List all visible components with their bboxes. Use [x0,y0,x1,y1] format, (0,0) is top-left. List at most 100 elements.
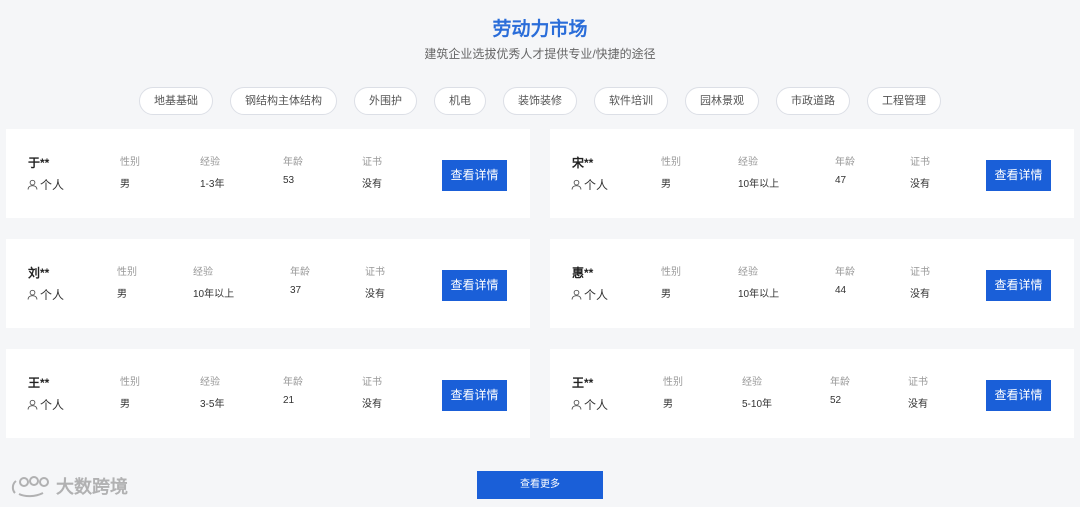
tag-envelope[interactable]: 外围护 [354,87,417,115]
cert-label: 证书 [908,377,928,388]
tag-engineering-management[interactable]: 工程管理 [867,87,941,115]
experience-value: 1-3年 [200,179,225,190]
person-icon [571,399,582,410]
worker-name: 惠** [572,266,594,280]
gender-label: 性别 [661,267,681,278]
experience-value: 10年以上 [738,289,780,300]
tag-electromechanical[interactable]: 机电 [434,87,486,115]
age-label: 年龄 [830,377,850,388]
view-details-button[interactable]: 查看详情 [986,380,1051,411]
cert-value: 没有 [910,289,930,300]
view-details-button[interactable]: 查看详情 [986,160,1051,191]
worker-role: 个人 [571,396,608,413]
cert-value: 没有 [362,399,382,410]
gender-label: 性别 [120,157,140,168]
person-icon [571,289,582,300]
age-value: 21 [283,395,295,406]
gender-label: 性别 [120,377,140,388]
worker-role-label: 个人 [40,288,65,302]
worker-role-label: 个人 [40,178,65,192]
tag-software-training[interactable]: 软件培训 [594,87,668,115]
worker-role: 个人 [27,396,64,413]
worker-role: 个人 [571,286,608,303]
view-details-button[interactable]: 查看详情 [442,160,507,191]
gender-value: 男 [120,179,130,190]
tag-steel-structure[interactable]: 钢结构主体结构 [230,87,337,115]
gender-value: 男 [661,179,671,190]
age-value: 53 [283,175,295,186]
gender-value: 男 [120,399,130,410]
gender-label: 性别 [117,267,137,278]
tag-decoration[interactable]: 装饰装修 [503,87,577,115]
person-icon [27,289,38,300]
view-details-button[interactable]: 查看详情 [442,380,507,411]
watermark: 大数跨境 [10,473,128,499]
age-label: 年龄 [835,267,855,278]
worker-name: 王** [28,376,50,390]
cert-label: 证书 [365,267,385,278]
cert-value: 没有 [908,399,928,410]
experience-value: 5-10年 [742,399,773,410]
worker-name: 于** [28,156,50,170]
age-label: 年龄 [283,377,303,388]
age-label: 年龄 [283,157,303,168]
worker-card: 刘** 个人 性别 男 经验 10年以上 年龄 37 证书 没有 查看详情 [6,239,530,328]
gender-value: 男 [663,399,673,410]
worker-name: 宋** [572,156,594,170]
age-value: 37 [290,285,302,296]
person-icon [27,179,38,190]
age-label: 年龄 [290,267,310,278]
category-tags: 地基基础 钢结构主体结构 外围护 机电 装饰装修 软件培训 园林景观 市政道路 … [0,87,1080,115]
page-subtitle: 建筑企业选拔优秀人才提供专业/快捷的途径 [424,47,656,61]
cert-label: 证书 [910,267,930,278]
cert-value: 没有 [910,179,930,190]
experience-value: 10年以上 [738,179,780,190]
worker-role-label: 个人 [584,178,609,192]
cert-value: 没有 [365,289,385,300]
worker-role: 个人 [27,286,64,303]
worker-role-label: 个人 [40,398,65,412]
gender-label: 性别 [663,377,683,388]
experience-label: 经验 [742,377,762,388]
worker-role-label: 个人 [584,398,609,412]
experience-label: 经验 [738,267,758,278]
view-more-button[interactable]: 查看更多 [477,471,603,499]
worker-name: 刘** [28,266,50,280]
worker-role-label: 个人 [584,288,609,302]
gender-value: 男 [661,289,671,300]
age-value: 44 [835,285,847,296]
cert-value: 没有 [362,179,382,190]
tag-landscape[interactable]: 园林景观 [685,87,759,115]
tag-foundation[interactable]: 地基基础 [139,87,213,115]
experience-label: 经验 [200,377,220,388]
tag-municipal-roads[interactable]: 市政道路 [776,87,850,115]
watermark-logo-icon [11,476,49,498]
age-value: 52 [830,395,842,406]
gender-label: 性别 [661,157,681,168]
view-details-button[interactable]: 查看详情 [986,270,1051,301]
experience-label: 经验 [193,267,213,278]
age-label: 年龄 [835,157,855,168]
view-details-button[interactable]: 查看详情 [442,270,507,301]
gender-value: 男 [117,289,127,300]
experience-value: 3-5年 [200,399,225,410]
experience-label: 经验 [738,157,758,168]
experience-label: 经验 [200,157,220,168]
worker-card: 王** 个人 性别 男 经验 5-10年 年龄 52 证书 没有 查看详情 [550,349,1074,438]
worker-card: 于** 个人 性别 男 经验 1-3年 年龄 53 证书 没有 查看详情 [6,129,530,218]
person-icon [27,399,38,410]
cert-label: 证书 [362,377,382,388]
worker-role: 个人 [571,176,608,193]
cert-label: 证书 [910,157,930,168]
worker-role: 个人 [27,176,64,193]
worker-card: 惠** 个人 性别 男 经验 10年以上 年龄 44 证书 没有 查看详情 [550,239,1074,328]
age-value: 47 [835,175,847,186]
page-title: 劳动力市场 [492,19,588,40]
cert-label: 证书 [362,157,382,168]
worker-card: 王** 个人 性别 男 经验 3-5年 年龄 21 证书 没有 查看详情 [6,349,530,438]
worker-card: 宋** 个人 性别 男 经验 10年以上 年龄 47 证书 没有 查看详情 [550,129,1074,218]
experience-value: 10年以上 [193,289,235,300]
watermark-text: 大数跨境 [56,477,128,497]
worker-name: 王** [572,376,594,390]
person-icon [571,179,582,190]
